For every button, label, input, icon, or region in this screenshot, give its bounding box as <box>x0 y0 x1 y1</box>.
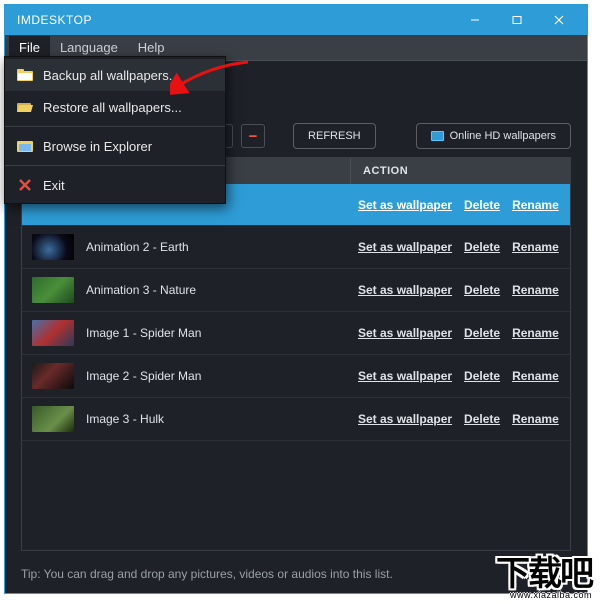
maximize-button[interactable] <box>497 8 537 32</box>
close-icon <box>17 177 33 193</box>
table-row[interactable]: Image 1 - Spider Man Set as wallpaper Dele… <box>22 312 570 355</box>
refresh-label: REFRESH <box>308 130 361 142</box>
wallpaper-label: Image 2 - Spider Man <box>86 369 201 383</box>
action-delete[interactable]: Delete <box>464 412 500 426</box>
table-row[interactable]: Image 3 - Hulk Set as wallpaper Delete Rena… <box>22 398 570 441</box>
action-set[interactable]: Set as wallpaper <box>358 198 452 212</box>
action-rename[interactable]: Rename <box>512 369 559 383</box>
online-wallpapers-button[interactable]: Online HD wallpapers <box>416 123 571 149</box>
remove-button[interactable]: − <box>241 124 265 148</box>
action-rename[interactable]: Rename <box>512 412 559 426</box>
wallpaper-label: Animation 3 - Nature <box>86 283 196 297</box>
minimize-button[interactable] <box>455 8 495 32</box>
action-set[interactable]: Set as wallpaper <box>358 283 452 297</box>
menu-browse-explorer[interactable]: Browse in Explorer <box>5 130 225 162</box>
close-button[interactable] <box>539 8 579 32</box>
menu-item-label: Browse in Explorer <box>43 139 152 154</box>
watermark: 下载吧 www.xiazaiba.com <box>496 557 592 600</box>
action-rename[interactable]: Rename <box>512 326 559 340</box>
menu-item-label: Restore all wallpapers... <box>43 100 182 115</box>
menu-item-label: Exit <box>43 178 65 193</box>
wallpaper-table: ACTION Set as wallpaperDeleteRenameAnima… <box>21 157 571 551</box>
table-body: Set as wallpaperDeleteRenameAnimation 2 … <box>22 184 570 441</box>
monitor-icon <box>431 131 444 141</box>
wallpaper-thumbnail <box>32 277 74 303</box>
menu-separator <box>5 165 225 166</box>
watermark-main: 下载吧 <box>496 555 592 593</box>
action-delete[interactable]: Delete <box>464 326 500 340</box>
titlebar: IMDESKTOP <box>5 5 587 35</box>
watermark-sub: www.xiazaiba.com <box>496 591 592 600</box>
annotation-arrow-icon <box>170 58 250 98</box>
wallpaper-thumbnail <box>32 363 74 389</box>
header-action: ACTION <box>350 158 570 184</box>
menu-separator <box>5 126 225 127</box>
folder-open-icon <box>17 99 33 115</box>
wallpaper-thumbnail <box>32 234 74 260</box>
menu-exit[interactable]: Exit <box>5 169 225 201</box>
wallpaper-thumbnail <box>32 406 74 432</box>
folder-icon <box>17 67 33 83</box>
table-row[interactable]: Animation 3 - Nature Set as wallpaper Dele… <box>22 269 570 312</box>
table-row[interactable]: Animation 2 - Earth Set as wallpaper Delet… <box>22 226 570 269</box>
table-row[interactable]: Image 2 - Spider Man Set as wallpaper Dele… <box>22 355 570 398</box>
wallpaper-thumbnail <box>32 320 74 346</box>
menu-item-label: Backup all wallpapers... <box>43 68 180 83</box>
action-set[interactable]: Set as wallpaper <box>358 326 452 340</box>
action-set[interactable]: Set as wallpaper <box>358 412 452 426</box>
online-label: Online HD wallpapers <box>450 130 556 142</box>
action-delete[interactable]: Delete <box>464 240 500 254</box>
wallpaper-label: Image 3 - Hulk <box>86 412 164 426</box>
action-rename[interactable]: Rename <box>512 198 559 212</box>
wallpaper-label: Animation 2 - Earth <box>86 240 189 254</box>
action-rename[interactable]: Rename <box>512 283 559 297</box>
tip-text: Tip: You can drag and drop any pictures,… <box>21 567 393 581</box>
action-delete[interactable]: Delete <box>464 369 500 383</box>
window-controls <box>455 8 579 32</box>
action-delete[interactable]: Delete <box>464 198 500 212</box>
wallpaper-label: Image 1 - Spider Man <box>86 326 201 340</box>
app-title: IMDESKTOP <box>17 13 92 27</box>
refresh-button[interactable]: REFRESH <box>293 123 376 149</box>
action-rename[interactable]: Rename <box>512 240 559 254</box>
action-delete[interactable]: Delete <box>464 283 500 297</box>
action-set[interactable]: Set as wallpaper <box>358 369 452 383</box>
action-set[interactable]: Set as wallpaper <box>358 240 452 254</box>
explorer-icon <box>17 138 33 154</box>
